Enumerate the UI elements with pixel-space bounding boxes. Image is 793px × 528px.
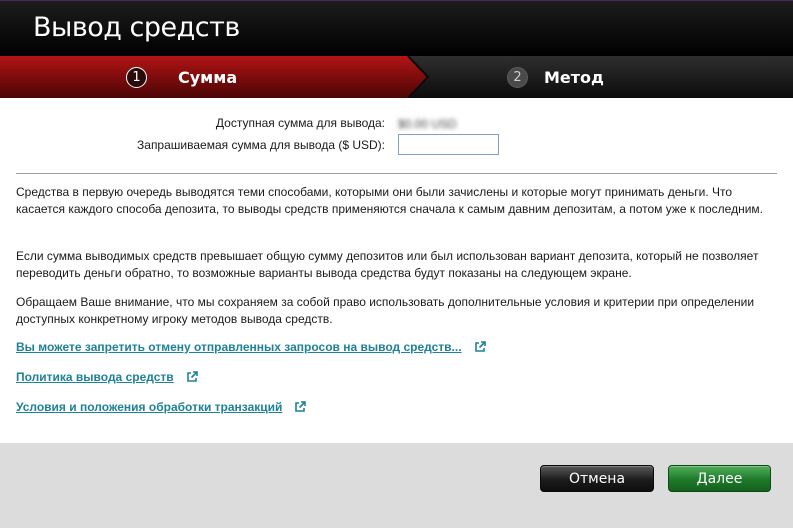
step-amount: 1 Сумма <box>126 56 237 98</box>
cancel-button[interactable]: Отмена <box>540 465 654 492</box>
step-label: Сумма <box>178 67 238 87</box>
link-row-transaction-terms: Условия и положения обработки транзакций <box>16 400 307 414</box>
withdrawal-policy-link[interactable]: Политика вывода средств <box>16 370 174 384</box>
link-row-cancel-lock: Вы можете запретить отмену отправленных … <box>16 340 486 354</box>
window-title: Вывод средств <box>33 12 240 43</box>
step-label: Метод <box>544 67 604 87</box>
step-method: 2 Метод <box>507 56 604 98</box>
title-bar: Вывод средств <box>0 0 793 56</box>
external-link-icon[interactable] <box>474 341 486 353</box>
info-paragraph-1: Средства в первую очередь выводятся теми… <box>16 185 763 216</box>
external-link-icon[interactable] <box>186 371 198 383</box>
step-progress-bar: 1 Сумма 2 Метод <box>0 56 793 98</box>
step-number-badge: 1 <box>126 66 147 88</box>
requested-amount-label: Запрашиваемая сумма для вывода ($ USD): <box>137 138 385 152</box>
external-link-icon[interactable] <box>294 401 307 413</box>
requested-amount-input[interactable] <box>398 134 499 155</box>
next-button[interactable]: Далее <box>668 465 771 492</box>
divider <box>16 173 777 174</box>
available-amount-label: Доступная сумма для вывода: <box>215 116 385 130</box>
link-row-withdrawal-policy: Политика вывода средств <box>16 370 198 384</box>
cancel-lock-link[interactable]: Вы можете запретить отмену отправленных … <box>16 340 462 354</box>
step-number-badge: 2 <box>507 66 528 88</box>
transaction-terms-link[interactable]: Условия и положения обработки транзакций <box>16 400 282 414</box>
available-amount-value: $0.00 USD <box>398 117 457 131</box>
info-paragraph-3: Обращаем Ваше внимание, что мы сохраняем… <box>16 295 755 326</box>
info-paragraph-2: Если сумма выводимых средств превышает о… <box>16 249 759 280</box>
